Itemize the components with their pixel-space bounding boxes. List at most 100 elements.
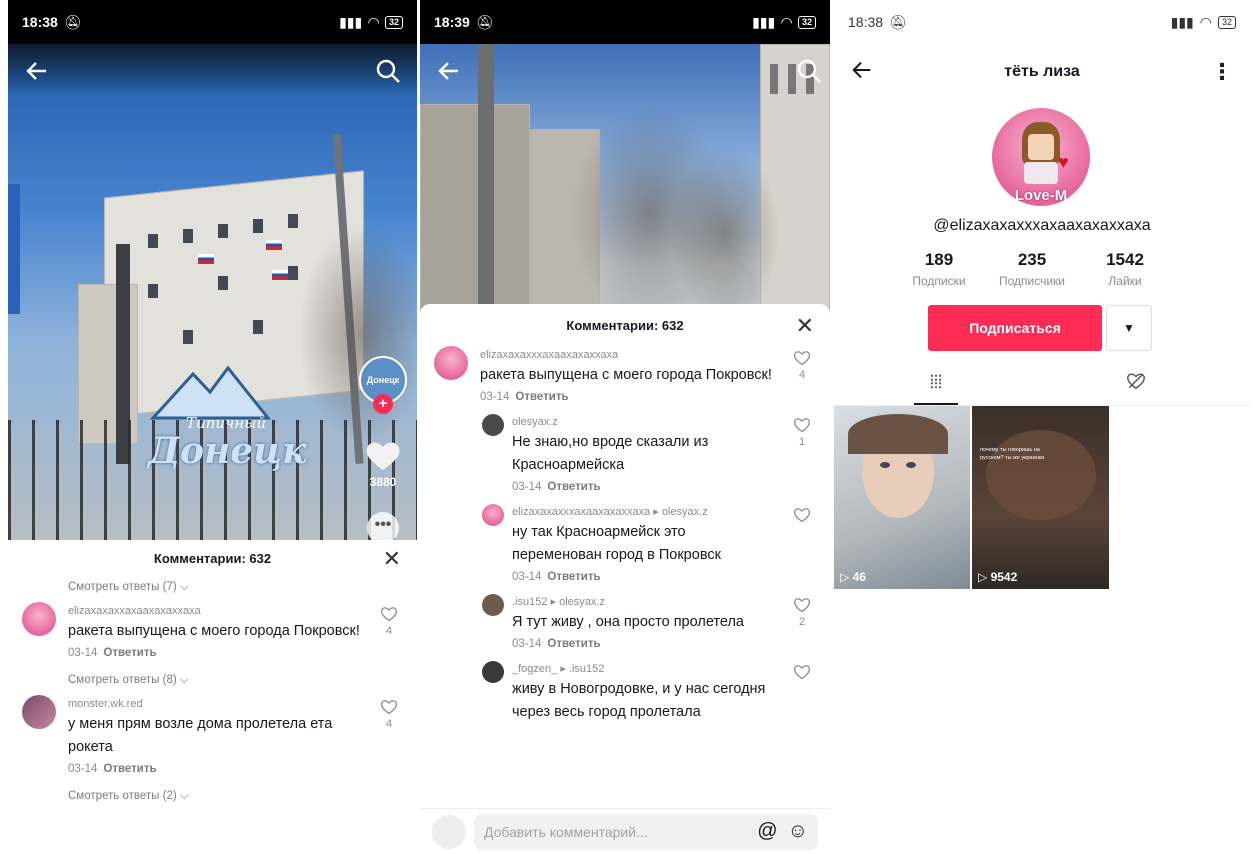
- back-arrow-icon[interactable]: [850, 58, 874, 87]
- heart-outline-icon: [793, 665, 811, 680]
- reply-item: _fogzen_ ▸ .isu152 живу в Новогродовке, …: [420, 660, 830, 724]
- avatar[interactable]: [482, 504, 504, 526]
- search-icon[interactable]: [375, 58, 401, 89]
- comment-input[interactable]: Добавить комментарий... @ ☺: [474, 813, 818, 850]
- heart-outline-icon: [793, 351, 811, 366]
- comment-like-button[interactable]: 1: [790, 417, 814, 448]
- heart-outline-icon: [380, 607, 398, 622]
- status-time: 18:39: [434, 14, 470, 30]
- like-count: 3880: [369, 475, 397, 489]
- comment-username[interactable]: elizaxaxaxxxaxaaxaxaxxaxa ▸ olesyax.z: [512, 503, 776, 521]
- creator-avatar[interactable]: Донецк +: [357, 356, 409, 414]
- page-title: тёть лиза: [1004, 63, 1080, 80]
- stat-following[interactable]: 189 Подписки: [894, 250, 984, 288]
- comment-like-button[interactable]: [790, 507, 814, 526]
- comment-date: 03-14: [512, 638, 542, 650]
- see-replies-link[interactable]: Смотреть ответы (8) ⌵: [8, 669, 417, 691]
- comment-text: живу в Новогродовке, и у нас сегодня чер…: [512, 681, 766, 720]
- comment-date: 03-14: [68, 647, 98, 659]
- comment-thread-screen: 18:39 🔕︎ ▮▮▮ ◠ 32 Комментарии: 632 ✕ eli…: [420, 0, 830, 854]
- avatar[interactable]: [482, 661, 504, 683]
- my-avatar: [432, 814, 466, 849]
- close-icon[interactable]: ✕: [796, 313, 814, 339]
- stat-followers[interactable]: 235 Подписчики: [987, 250, 1077, 288]
- battery-icon: 32: [1217, 15, 1236, 29]
- comment-like-button[interactable]: [790, 664, 814, 683]
- status-time: 18:38: [848, 14, 884, 30]
- video-thumbnail[interactable]: почему ты говоришь на русском? ты же укр…: [972, 406, 1109, 589]
- status-bar: 18:38 🔕︎ ▮▮▮ ◠ 32: [834, 0, 1250, 44]
- emoji-icon[interactable]: ☺: [788, 820, 808, 843]
- profile-tabs: ⦙⦙⦙: [834, 366, 1250, 406]
- heart-icon: [366, 442, 400, 470]
- comments-header: Комментарии: 632 ✕: [8, 540, 417, 576]
- play-icon: ▷: [840, 570, 850, 584]
- chevron-down-icon: ⌵: [179, 674, 189, 686]
- video-player[interactable]: Типичный Донецк Донецк + 3880 •••: [8, 44, 417, 540]
- comment-like-button[interactable]: 2: [790, 597, 814, 628]
- profile-username: @elizaxaxaxxxaxaaxaxaxxaxa: [933, 217, 1151, 234]
- comments-title: Комментарии: 632: [153, 550, 272, 566]
- ellipsis-icon: •••: [367, 512, 399, 540]
- comment-username[interactable]: _fogzen_ ▸ .isu152: [512, 660, 776, 678]
- comment-username[interactable]: .isu152 ▸ olesyax.z: [512, 593, 776, 611]
- comment-like-button[interactable]: 4: [790, 350, 814, 381]
- heart-outline-icon: [380, 700, 398, 715]
- follow-plus-icon[interactable]: +: [373, 394, 393, 414]
- more-options-button[interactable]: •••: [357, 512, 409, 540]
- heart-outline-icon: [793, 418, 811, 433]
- avatar[interactable]: [22, 695, 56, 729]
- comment-like-button[interactable]: 4: [377, 606, 401, 637]
- comment-item: elizaxaxaxxaxaaxaxaxxaxa ракета выпущена…: [8, 602, 417, 663]
- comment-text: ну так Красноармейск это переменован гор…: [512, 524, 721, 563]
- avatar[interactable]: [22, 602, 56, 636]
- reply-button[interactable]: Ответить: [103, 647, 156, 659]
- follow-button[interactable]: Подписаться: [928, 305, 1102, 351]
- comment-username[interactable]: elizaxaxaxxaxaaxaxaxxaxa: [68, 602, 363, 620]
- reply-button[interactable]: Ответить: [547, 571, 600, 583]
- video-player[interactable]: [420, 44, 830, 319]
- comments-sheet: Комментарии: 632 ✕ Смотреть ответы (7) ⌵…: [8, 540, 417, 854]
- videos-grid-icon[interactable]: ⦙⦙⦙: [921, 372, 951, 393]
- comments-title: Комментарии: 632: [566, 317, 684, 333]
- heart-icon: ♥: [1058, 152, 1069, 172]
- liked-videos-hidden-icon[interactable]: [1121, 372, 1151, 395]
- status-time: 18:38: [22, 14, 58, 30]
- avatar[interactable]: [482, 594, 504, 616]
- back-arrow-icon[interactable]: [436, 58, 462, 89]
- search-icon[interactable]: [796, 58, 822, 89]
- status-bar: 18:39 🔕︎ ▮▮▮ ◠ 32: [420, 0, 830, 44]
- video-thumbnail[interactable]: ▷ 46: [834, 406, 970, 589]
- battery-icon: 32: [797, 15, 816, 29]
- comment-username[interactable]: elizaxaxaxxxaxaaxaxaxxaxa: [480, 346, 776, 364]
- reply-button[interactable]: Ответить: [547, 481, 600, 493]
- close-icon[interactable]: ✕: [383, 546, 401, 572]
- active-tab-indicator: [914, 403, 958, 405]
- avatar[interactable]: [482, 414, 504, 436]
- profile-screen: 18:38 🔕︎ ▮▮▮ ◠ 32 тёть лиза ⋮ ♥ Love-M @…: [834, 0, 1250, 854]
- reply-button[interactable]: Ответить: [515, 391, 568, 403]
- comment-text: Не знаю,но вроде сказали из Красноармейс…: [512, 434, 709, 473]
- chevron-down-icon: ⌵: [179, 790, 189, 802]
- see-replies-link[interactable]: Смотреть ответы (2) ⌵: [8, 785, 417, 807]
- comment-username[interactable]: monster.wk.red: [68, 695, 363, 713]
- see-replies-link[interactable]: Смотреть ответы (7) ⌵: [8, 576, 417, 598]
- avatar[interactable]: [434, 346, 468, 380]
- video-comments-screen: 18:38 🔕︎ ▮▮▮ ◠ 32 Типичный Донецк Донецк…: [8, 0, 417, 854]
- kebab-menu-icon[interactable]: ⋮: [1210, 61, 1234, 83]
- reply-button[interactable]: Ответить: [103, 763, 156, 775]
- chevron-down-icon: ⌵: [179, 581, 189, 593]
- comments-sheet: Комментарии: 632 ✕ elizaxaxaxxxaxaaxaxax…: [420, 304, 830, 854]
- signal-icon: ▮▮▮: [752, 13, 776, 30]
- back-arrow-icon[interactable]: [24, 58, 50, 89]
- heart-outline-icon: [793, 508, 811, 523]
- comment-like-button[interactable]: 4: [377, 699, 401, 730]
- comment-item: monster.wk.red у меня прям возле дома пр…: [8, 695, 417, 779]
- suggested-accounts-button[interactable]: ▼: [1106, 305, 1152, 351]
- signal-icon: ▮▮▮: [1170, 13, 1194, 30]
- like-button[interactable]: 3880: [357, 440, 409, 489]
- reply-button[interactable]: Ответить: [547, 638, 600, 650]
- comment-username[interactable]: olesyax.z: [512, 413, 776, 431]
- mention-icon[interactable]: @: [757, 820, 777, 843]
- wifi-icon: ◠: [368, 13, 379, 30]
